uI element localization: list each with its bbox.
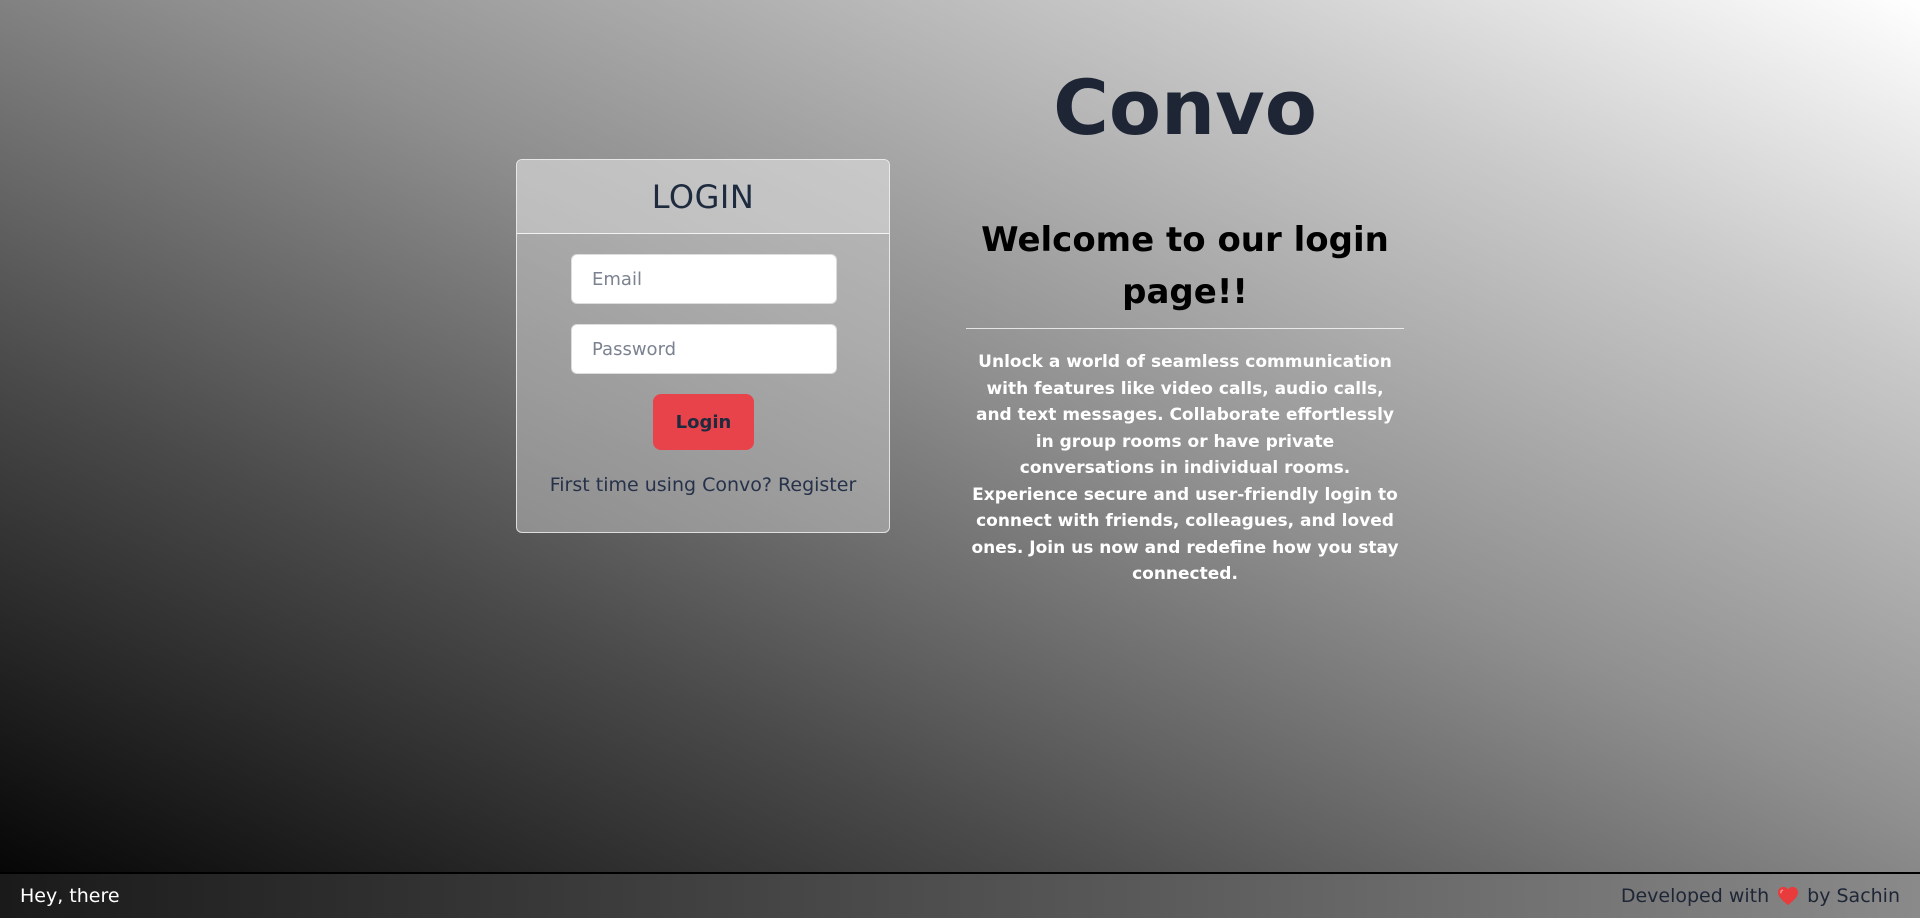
heart-icon	[1777, 886, 1799, 906]
brand-title: Convo	[1053, 63, 1317, 152]
footer-credit-prefix: Developed with	[1620, 885, 1770, 907]
footer-credit-suffix: by Sachin	[1807, 885, 1900, 907]
register-link[interactable]: Register	[778, 474, 856, 496]
welcome-heading: Welcome to our login page!!	[981, 220, 1389, 312]
login-button[interactable]: Login	[653, 394, 754, 450]
hero-divider	[966, 328, 1404, 329]
footer-credit: Developed with by Sachin	[1621, 885, 1900, 907]
password-field[interactable]	[571, 324, 837, 374]
login-title: LOGIN	[651, 177, 755, 216]
register-prompt-text: First time using Convo?	[549, 474, 772, 496]
email-field[interactable]	[571, 254, 837, 304]
footer-greeting: Hey, there	[20, 885, 120, 907]
login-card-header: LOGIN	[517, 160, 889, 234]
hero-description: Unlock a world of seamless communication…	[971, 352, 1399, 584]
footer-bar: Hey, there Developed with by Sachin	[0, 872, 1920, 918]
login-card: LOGIN Login First time using Convo? Regi…	[516, 159, 890, 533]
register-prompt-line: First time using Convo? Register	[517, 474, 889, 496]
